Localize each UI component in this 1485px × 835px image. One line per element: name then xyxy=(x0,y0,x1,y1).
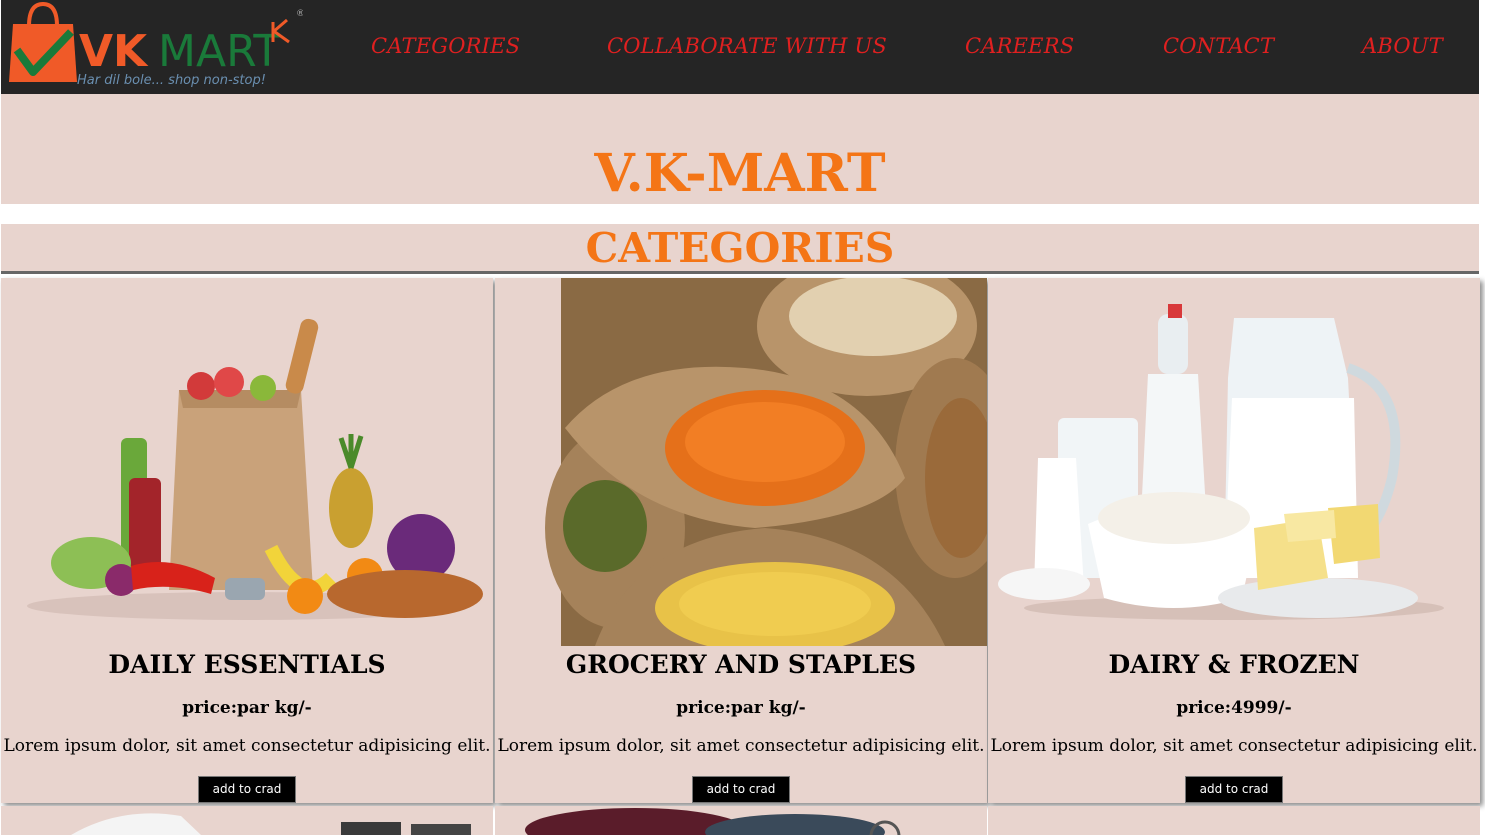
product-card-row2-1 xyxy=(1,806,493,835)
nav-categories[interactable]: CATEGORIES xyxy=(371,34,520,58)
top-navbar: VK MART Har dil bole... shop non-stop! ®… xyxy=(1,0,1479,94)
product-card-row2-3 xyxy=(988,806,1480,835)
grain-sacks-image xyxy=(545,278,987,646)
product-card-dairy-frozen: DAIRY & FROZEN price:4999/- Lorem ipsum … xyxy=(988,278,1480,803)
vkmart-logo[interactable]: VK MART Har dil bole... shop non-stop! ® xyxy=(7,2,303,90)
card-description: Lorem ipsum dolor, sit amet consectetur … xyxy=(3,736,491,756)
card-description: Lorem ipsum dolor, sit amet consectetur … xyxy=(990,736,1478,756)
card-title: GROCERY AND STAPLES xyxy=(565,650,917,679)
card-price: price:4999/- xyxy=(1176,698,1292,718)
nav-contact[interactable]: CONTACT xyxy=(1163,34,1274,58)
hero-banner: V.K-MART xyxy=(1,94,1479,204)
card-description: Lorem ipsum dolor, sit amet consectetur … xyxy=(497,736,985,756)
card-price: price:par kg/- xyxy=(676,698,806,718)
categories-header: CATEGORIES xyxy=(1,224,1479,274)
grocery-bag-image xyxy=(27,318,483,620)
add-to-cart-button[interactable]: add to crad xyxy=(198,776,296,803)
svg-text:Har dil bole... shop non-stop!: Har dil bole... shop non-stop! xyxy=(77,73,266,88)
fashion-image xyxy=(525,808,901,835)
card-title: DAILY ESSENTIALS xyxy=(108,650,386,679)
section-title: CATEGORIES xyxy=(585,224,895,272)
add-to-cart-button[interactable]: add to crad xyxy=(692,776,790,803)
card-price: price:par kg/- xyxy=(182,698,312,718)
card-title: DAIRY & FROZEN xyxy=(1108,650,1360,679)
nav-careers[interactable]: CAREERS xyxy=(965,34,1074,58)
clothing-image xyxy=(71,813,471,835)
nav-collaborate[interactable]: COLLABORATE WITH US xyxy=(607,34,887,58)
add-to-cart-button[interactable]: add to crad xyxy=(1185,776,1283,803)
product-card-daily-essentials: DAILY ESSENTIALS price:par kg/- Lorem ip… xyxy=(1,278,493,803)
product-card-grocery-staples: GROCERY AND STAPLES price:par kg/- Lorem… xyxy=(495,278,987,803)
svg-text:VK: VK xyxy=(79,26,149,77)
svg-text:®: ® xyxy=(296,9,303,19)
hero-title: V.K-MART xyxy=(594,143,886,204)
product-card-row2-2 xyxy=(495,806,987,835)
dairy-products-image xyxy=(998,304,1444,620)
svg-text:MART: MART xyxy=(158,26,280,77)
nav-about[interactable]: ABOUT xyxy=(1362,34,1443,58)
